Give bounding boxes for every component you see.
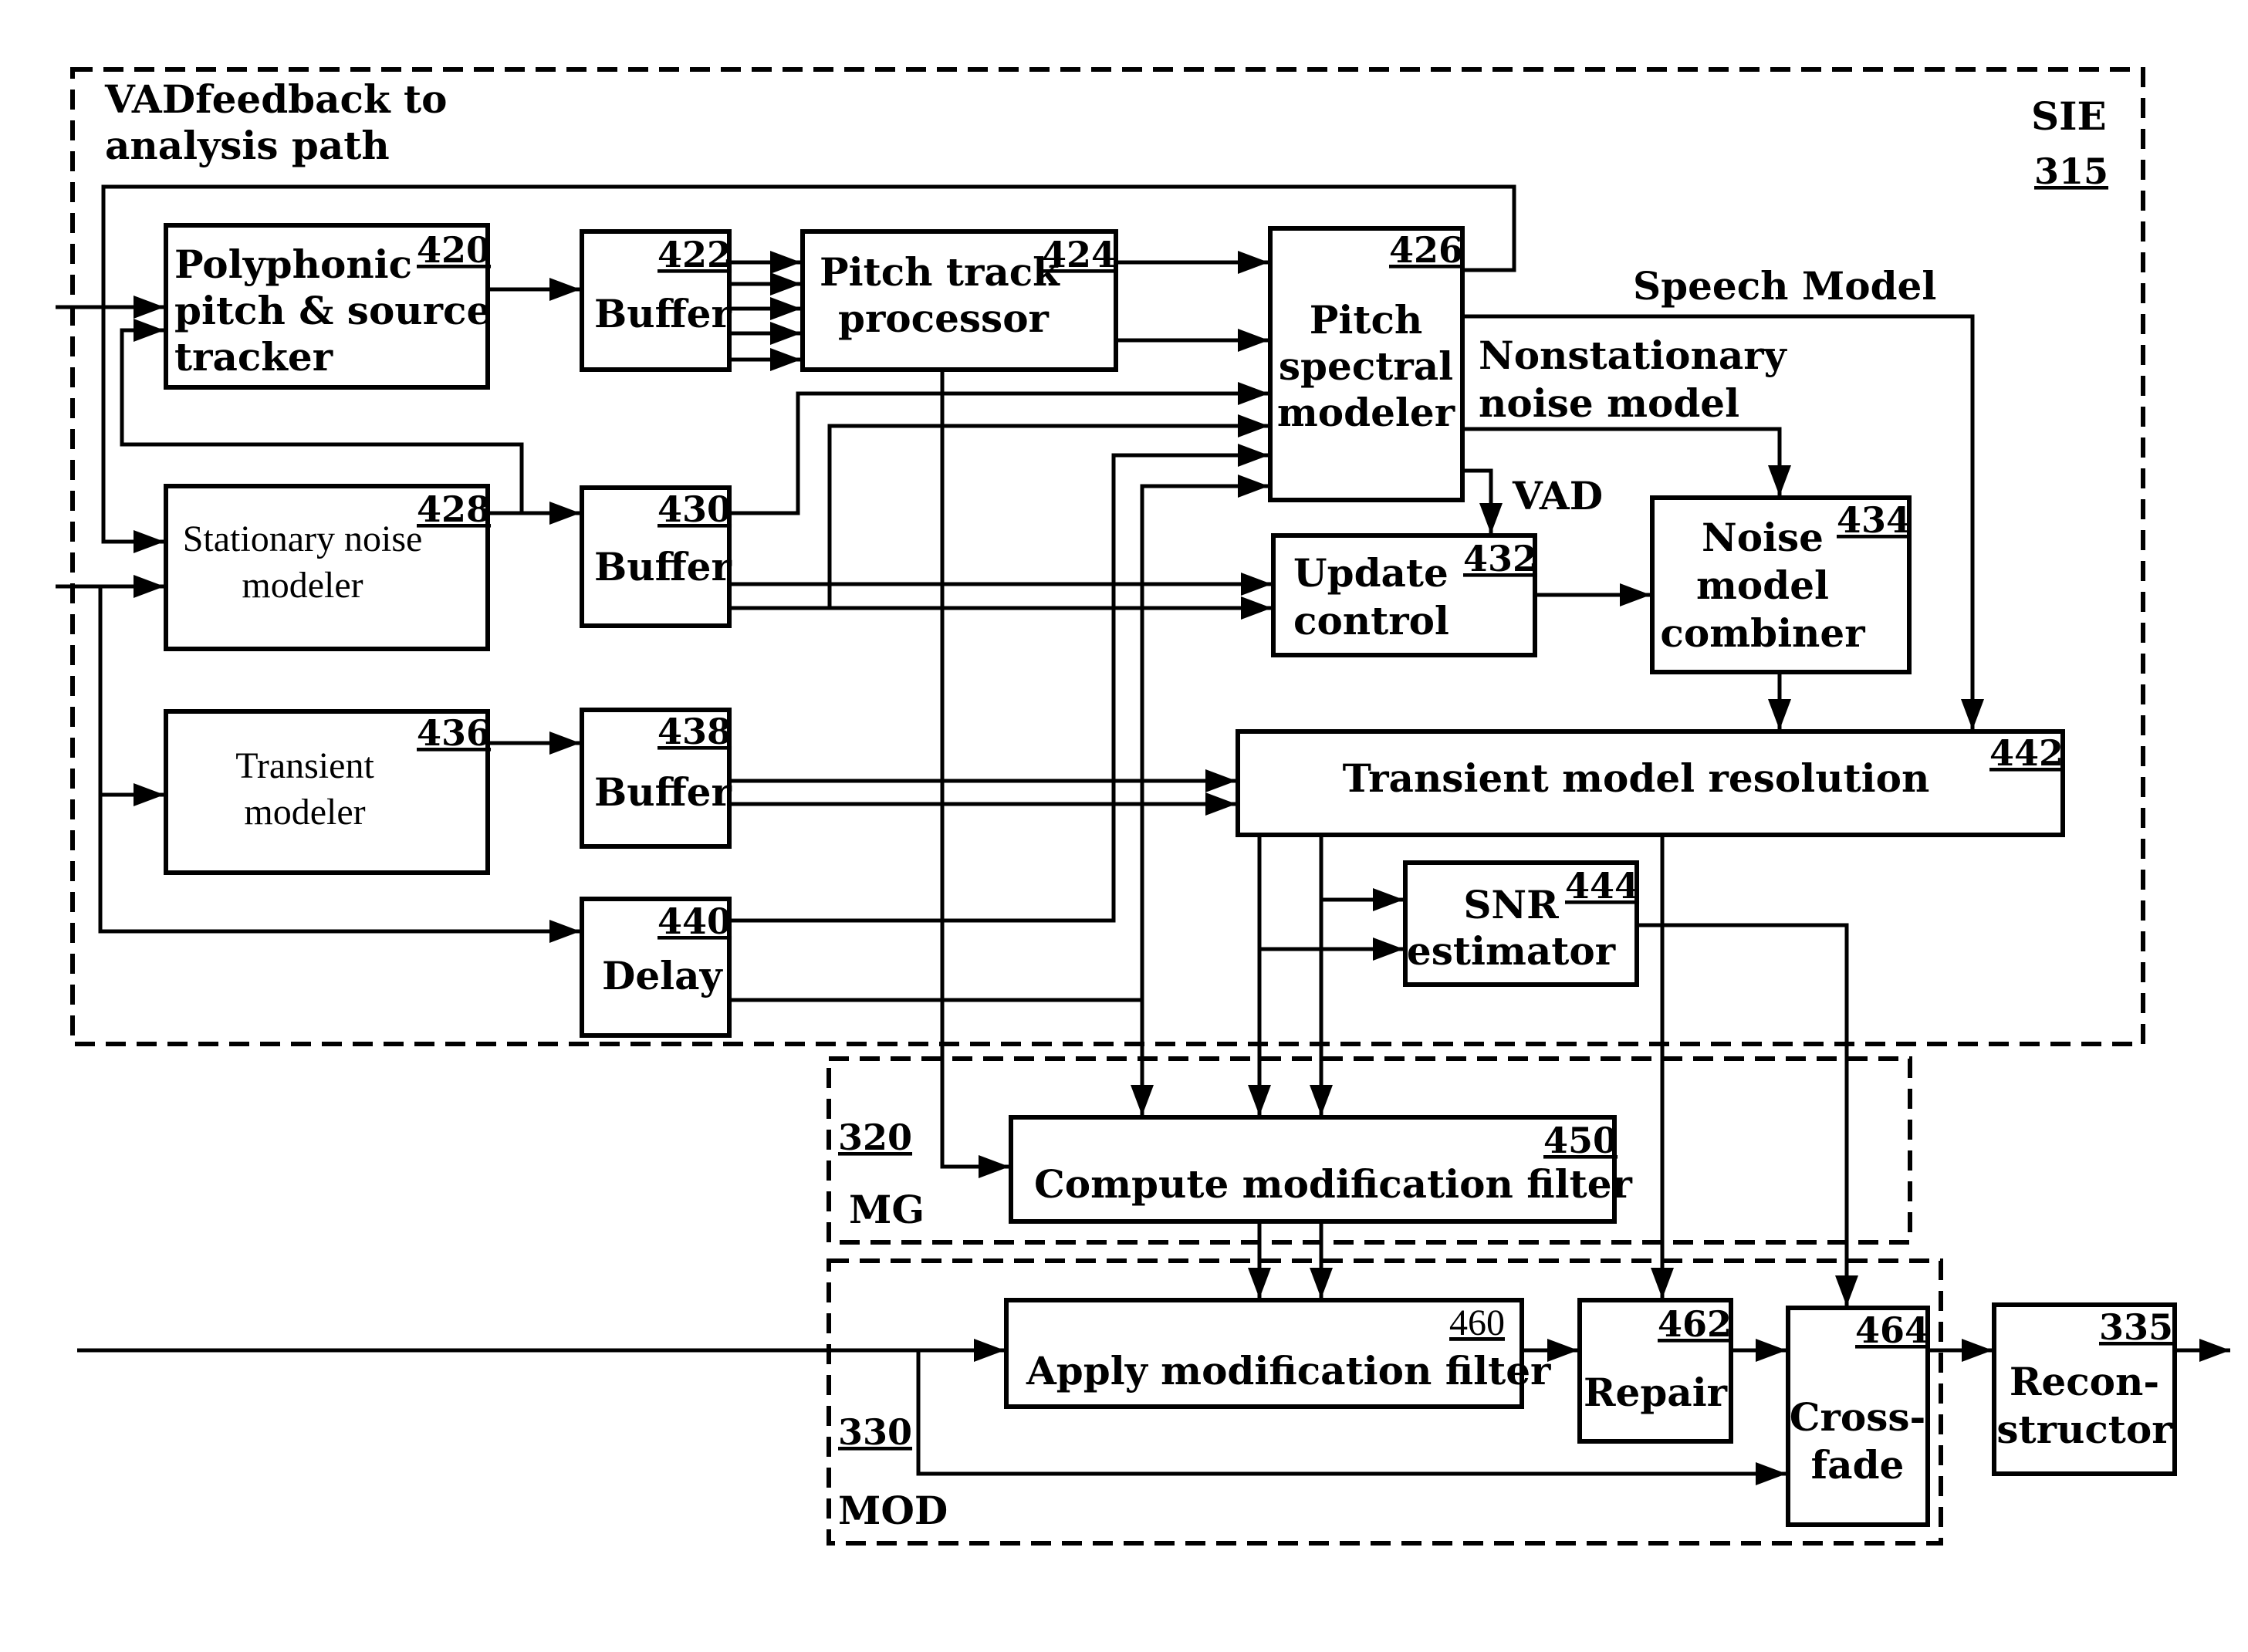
mg-group-ref: 320 xyxy=(838,1117,912,1158)
block-420[interactable]: 420 Polyphonic pitch & source tracker xyxy=(164,223,491,390)
block-460[interactable]: 460 Apply modification filter xyxy=(1004,1298,1551,1409)
block-ref-number: 436 xyxy=(417,712,491,754)
block-ref-number: 460 xyxy=(1449,1302,1505,1343)
block-442[interactable]: 442 Transient model resolution xyxy=(1236,729,2065,837)
block-label: Buffer xyxy=(594,544,732,590)
block-label: spectral xyxy=(1279,343,1453,389)
block-label: estimator xyxy=(1407,928,1616,974)
block-ref-number: 428 xyxy=(417,488,491,530)
block-422[interactable]: 422 Buffer xyxy=(580,229,732,372)
block-label: processor xyxy=(838,296,1050,341)
block-ref-number: 422 xyxy=(657,234,732,275)
vad-feedback-label-line1: VADfeedback to xyxy=(104,76,447,122)
speech-model-label: Speech Model xyxy=(1633,263,1936,309)
block-ref-number: 420 xyxy=(417,229,491,271)
block-ref-number: 430 xyxy=(657,488,732,530)
block-ref-number: 440 xyxy=(657,900,732,942)
block-label: Apply modification filter xyxy=(1026,1348,1551,1394)
block-label: pitch & source xyxy=(174,288,491,333)
block-ref-number: 450 xyxy=(1543,1120,1618,1161)
block-label: modeler xyxy=(1277,390,1455,435)
block-432[interactable]: 432 Update control xyxy=(1271,533,1537,657)
arrow-connector xyxy=(729,475,1269,1002)
mod-group-name: MOD xyxy=(838,1488,948,1533)
block-436[interactable]: 436 Transient modeler xyxy=(164,709,491,875)
block-label: Buffer xyxy=(594,291,732,336)
block-label: Transient xyxy=(235,745,374,786)
mg-group-name: MG xyxy=(849,1187,925,1232)
arrow-connector xyxy=(1462,468,1503,534)
block-464[interactable]: 464 Cross- fade xyxy=(1786,1306,1930,1527)
block-438[interactable]: 438 Buffer xyxy=(580,708,732,849)
block-label: Stationary noise xyxy=(183,519,423,559)
block-label: tracker xyxy=(174,334,333,380)
arrow-connector xyxy=(729,444,1269,923)
arrow-connector xyxy=(1462,427,1791,496)
nonstationary-label-line1: Nonstationary xyxy=(1479,333,1788,378)
block-label: Compute modification filter xyxy=(1034,1161,1633,1207)
block-label: model xyxy=(1696,562,1829,608)
connector-line xyxy=(827,424,1269,608)
block-label: control xyxy=(1293,598,1449,644)
block-label: Pitch xyxy=(1310,297,1422,343)
nonstationary-label-line2: noise model xyxy=(1479,380,1739,426)
block-440[interactable]: 440 Delay xyxy=(580,897,732,1038)
block-428[interactable]: 428 Stationary noise modeler xyxy=(164,484,491,651)
block-label: Cross- xyxy=(1790,1394,1926,1440)
block-diagram: SIE 315 320 MG 330 MOD VADfeedback to an… xyxy=(56,67,2230,1546)
block-label: Noise xyxy=(1702,515,1824,560)
block-label: fade xyxy=(1811,1442,1905,1488)
block-label: Polyphonic xyxy=(174,242,412,287)
block-label: Repair xyxy=(1584,1370,1728,1415)
block-426[interactable]: 426 Pitch spectral modeler xyxy=(1268,226,1465,502)
block-label: Pitch track xyxy=(820,249,1060,295)
block-label: Buffer xyxy=(594,769,732,815)
block-424[interactable]: 424 Pitch track processor xyxy=(800,229,1118,372)
arrow-connector xyxy=(940,370,1009,1178)
block-label: Transient model resolution xyxy=(1343,755,1930,801)
block-462[interactable]: 462 Repair xyxy=(1577,1298,1733,1444)
sie-group-name: SIE xyxy=(2031,93,2107,139)
block-444[interactable]: 444 SNR estimator xyxy=(1403,860,1639,987)
block-ref-number: 442 xyxy=(1989,732,2064,774)
block-label: modeler xyxy=(242,565,363,606)
block-430[interactable]: 430 Buffer xyxy=(580,485,732,628)
block-label: Delay xyxy=(602,953,724,998)
block-label: modeler xyxy=(244,792,365,833)
sie-group-ref: 315 xyxy=(2034,150,2108,192)
block-ref-number: 444 xyxy=(1565,865,1639,907)
block-ref-number: 426 xyxy=(1389,229,1463,271)
vad-label: VAD xyxy=(1512,473,1603,519)
block-ref-number: 335 xyxy=(2099,1306,2173,1348)
block-label: structor xyxy=(1996,1407,2172,1452)
block-label: Recon- xyxy=(2010,1359,2159,1404)
block-label: combiner xyxy=(1660,610,1865,656)
block-label: SNR xyxy=(1463,882,1559,927)
block-ref-number: 464 xyxy=(1855,1309,1929,1351)
block-ref-number: 438 xyxy=(657,711,732,752)
block-label: Update xyxy=(1293,550,1449,596)
block-ref-number: 432 xyxy=(1463,538,1537,579)
arrow-connector xyxy=(1637,923,1858,1306)
block-434[interactable]: 434 Noise model combiner xyxy=(1650,495,1912,674)
mod-group-ref: 330 xyxy=(838,1411,912,1453)
block-335[interactable]: 335 Recon- structor xyxy=(1992,1302,2177,1476)
block-ref-number: 462 xyxy=(1658,1303,1732,1345)
vad-feedback-label-line2: analysis path xyxy=(105,123,390,168)
block-450[interactable]: 450 Compute modification filter xyxy=(1009,1115,1633,1224)
block-ref-number: 434 xyxy=(1837,499,1911,541)
